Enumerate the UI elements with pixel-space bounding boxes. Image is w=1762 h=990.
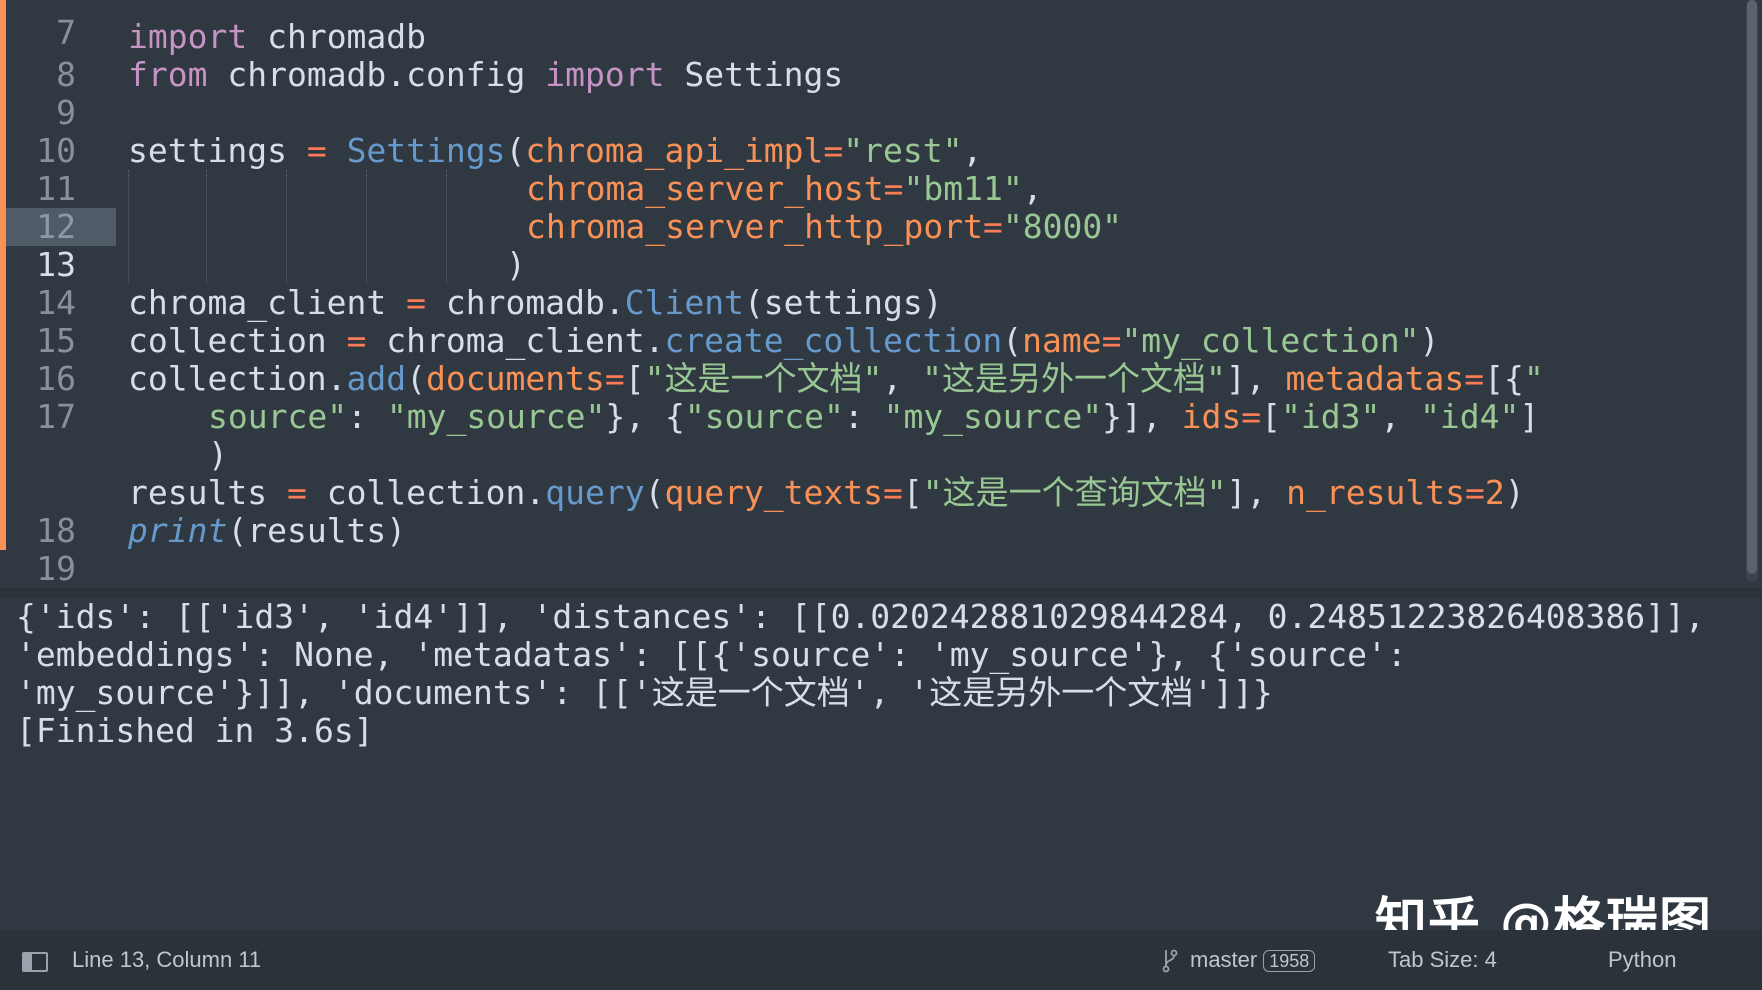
- code-line[interactable]: 7: [0, 0, 1740, 52]
- tab-size[interactable]: Tab Size: 4: [1388, 948, 1497, 972]
- code-line[interactable]: 15 chroma_client = chromadb.Client(setti…: [0, 283, 1740, 360]
- code-line[interactable]: 18 results = collection.query(query_text…: [0, 473, 1740, 550]
- output-line: {'ids': [['id3', 'id4']], 'distances': […: [16, 598, 1705, 636]
- output-line: 'my_source'}]], 'documents': [['这是一个文档',…: [16, 673, 1273, 712]
- code-line-wrapped[interactable]: source": "my_source"}, {"source": "my_so…: [0, 398, 1740, 436]
- code-text: chroma_client = chromadb.Client(settings…: [128, 283, 943, 322]
- git-branch[interactable]: master 1958: [1190, 947, 1316, 972]
- output-line: 'embeddings': None, 'metadatas': [[{'sou…: [16, 635, 1407, 674]
- code-line[interactable]: 20: [0, 550, 1740, 589]
- code-text: settings = Settings(chroma_api_impl="res…: [128, 131, 983, 170]
- code-text: chroma_server_host="bm11",: [526, 169, 1043, 208]
- branch-name: master: [1190, 947, 1258, 972]
- output-line: [Finished in 3.6s]: [16, 711, 374, 750]
- output-panel-divider[interactable]: [0, 588, 1762, 598]
- code-line[interactable]: 12 chroma_server_host="bm11",: [0, 169, 1740, 246]
- code-line[interactable]: 19 print(results): [0, 511, 1740, 588]
- code-text: from chromadb.config import Settings: [128, 55, 844, 94]
- code-text: chroma_server_http_port="8000": [526, 207, 1123, 246]
- code-line[interactable]: 14 ): [0, 245, 1740, 322]
- code-text: import chromadb: [128, 17, 427, 56]
- code-text: source": "my_source"}, {"source": "my_so…: [208, 397, 1540, 436]
- cursor-position[interactable]: Line 13, Column 11: [72, 948, 261, 972]
- code-text: collection.add(documents=["这是一个文档", "这是另…: [128, 359, 1544, 398]
- status-bar: Line 13, Column 11 master 1958 Tab Size: …: [0, 930, 1762, 990]
- editor-scrollbar[interactable]: [1746, 0, 1758, 582]
- code-text: results = collection.query(query_texts=[…: [128, 473, 1525, 512]
- code-text: ): [506, 245, 526, 284]
- code-text: collection = chroma_client.create_collec…: [128, 321, 1440, 360]
- code-line-current[interactable]: 13 chroma_server_http_port="8000": [0, 207, 1740, 284]
- git-branch-icon: [1162, 949, 1178, 973]
- panel-toggle-icon[interactable]: [22, 952, 48, 972]
- code-text: print(results): [128, 511, 407, 550]
- code-line-wrapped[interactable]: ): [0, 436, 1740, 474]
- code-line[interactable]: 16 collection = chroma_client.create_col…: [0, 321, 1740, 398]
- scrollbar-thumb[interactable]: [1747, 0, 1757, 574]
- code-line[interactable]: 9 from chromadb.config import Settings: [0, 55, 1740, 132]
- code-editor[interactable]: 7 8 import chromadb 9 from chromadb.conf…: [0, 0, 1762, 588]
- code-line[interactable]: 8 import chromadb: [0, 17, 1740, 94]
- code-line[interactable]: 10: [0, 94, 1740, 170]
- syntax-selector[interactable]: Python: [1608, 948, 1677, 972]
- branch-count-badge: 1958: [1263, 950, 1316, 972]
- code-line[interactable]: 11 settings = Settings(chroma_api_impl="…: [0, 131, 1740, 208]
- code-line[interactable]: 17 collection.add(documents=["这是一个文档", "…: [0, 359, 1740, 436]
- code-text: ): [208, 435, 228, 474]
